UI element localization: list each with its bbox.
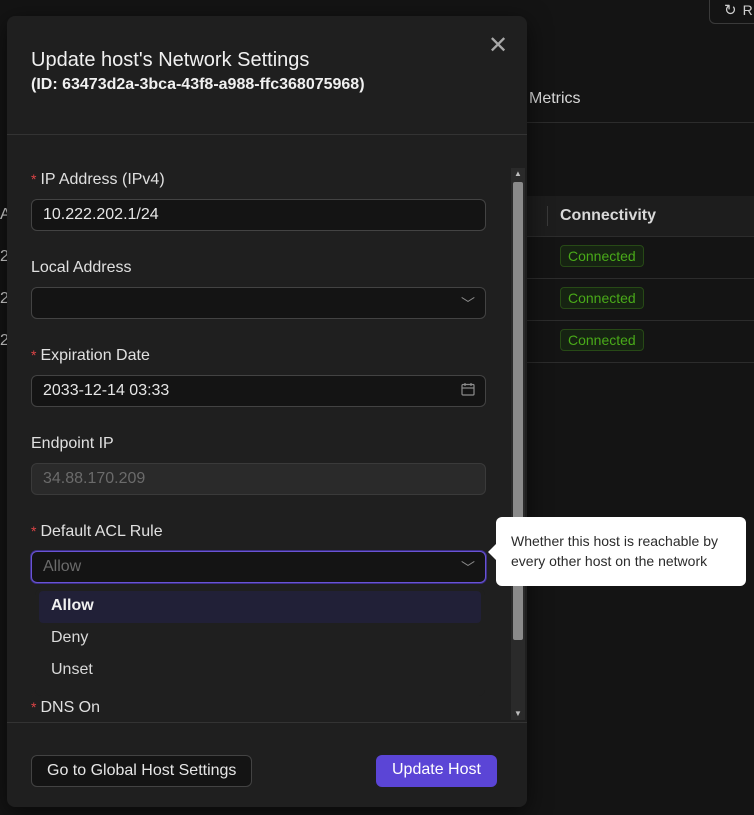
table-row[interactable]: Connected — [527, 236, 754, 279]
update-host-button[interactable]: Update Host — [376, 755, 497, 787]
acl-rule-dropdown: Allow Deny Unset — [35, 589, 485, 696]
modal-title: Update host's Network Settings — [31, 49, 310, 71]
calendar-icon — [461, 382, 475, 399]
chevron-down-icon: ﹀ — [461, 560, 475, 576]
column-header-connectivity[interactable]: Connectivity — [560, 207, 656, 225]
required-mark: * — [31, 171, 37, 187]
ip-address-input[interactable]: 10.222.202.1/24 — [31, 199, 486, 231]
table-row[interactable]: Connected — [527, 320, 754, 363]
ip-address-value: 10.222.202.1/24 — [43, 206, 159, 223]
tab-divider — [527, 122, 754, 123]
update-host-modal: Update host's Network Settings (ID: 6347… — [7, 16, 527, 807]
required-mark: * — [31, 699, 37, 715]
scroll-down-arrow-icon[interactable]: ▼ — [511, 708, 525, 720]
refresh-label: R — [742, 2, 753, 18]
dropdown-option-unset[interactable]: Unset — [39, 655, 481, 687]
table-left-fragment: 2 — [0, 248, 7, 265]
acl-rule-tooltip: Whether this host is reachable by every … — [496, 517, 746, 586]
local-address-select[interactable]: ﹀ — [31, 287, 486, 319]
refresh-icon: ↻ — [724, 2, 737, 19]
dropdown-option-deny[interactable]: Deny — [39, 623, 481, 655]
tooltip-arrow — [488, 544, 496, 560]
footer-divider — [7, 722, 527, 723]
expiration-date-picker[interactable]: 2033-12-14 03:33 — [31, 375, 486, 407]
default-acl-rule-label: * Default ACL Rule — [31, 523, 163, 540]
close-icon: ✕ — [487, 32, 509, 59]
dropdown-option-allow[interactable]: Allow — [39, 591, 481, 623]
header-divider — [7, 134, 527, 135]
default-acl-rule-placeholder: Allow — [43, 558, 82, 575]
local-address-label: Local Address — [31, 259, 132, 276]
status-badge: Connected — [560, 329, 644, 351]
dns-on-label: * DNS On — [31, 699, 101, 716]
form-scrollbar[interactable]: ▲ ▼ — [511, 168, 525, 720]
required-mark: * — [31, 523, 37, 539]
ip-address-label: * IP Address (IPv4) — [31, 171, 165, 188]
scroll-up-arrow-icon[interactable]: ▲ — [511, 168, 525, 180]
table-row[interactable]: Connected — [527, 278, 754, 321]
tab-metrics[interactable]: Metrics — [529, 90, 581, 108]
endpoint-ip-value: 34.88.170.209 — [43, 470, 146, 487]
required-mark: * — [31, 347, 37, 363]
default-acl-rule-select[interactable]: Allow ﹀ — [31, 551, 486, 583]
column-divider — [547, 206, 548, 226]
chevron-down-icon: ﹀ — [461, 296, 475, 312]
modal-subtitle: (ID: 63473d2a-3bca-43f8-a988-ffc36807596… — [31, 76, 365, 93]
status-badge: Connected — [560, 287, 644, 309]
status-badge: Connected — [560, 245, 644, 267]
close-button[interactable]: ✕ — [485, 33, 511, 59]
expiration-date-value: 2033-12-14 03:33 — [43, 382, 170, 399]
endpoint-ip-input: 34.88.170.209 — [31, 463, 486, 495]
table-header: Connectivity — [527, 196, 754, 237]
table-left-header-fragment: A — [0, 206, 7, 223]
endpoint-ip-label: Endpoint IP — [31, 435, 114, 452]
table-left-fragment: 2 — [0, 332, 7, 349]
global-host-settings-button[interactable]: Go to Global Host Settings — [31, 755, 253, 787]
expiration-date-label: * Expiration Date — [31, 347, 150, 364]
table-left-fragment: 2 — [0, 290, 7, 307]
refresh-button[interactable]: ↻ R — [709, 0, 754, 24]
